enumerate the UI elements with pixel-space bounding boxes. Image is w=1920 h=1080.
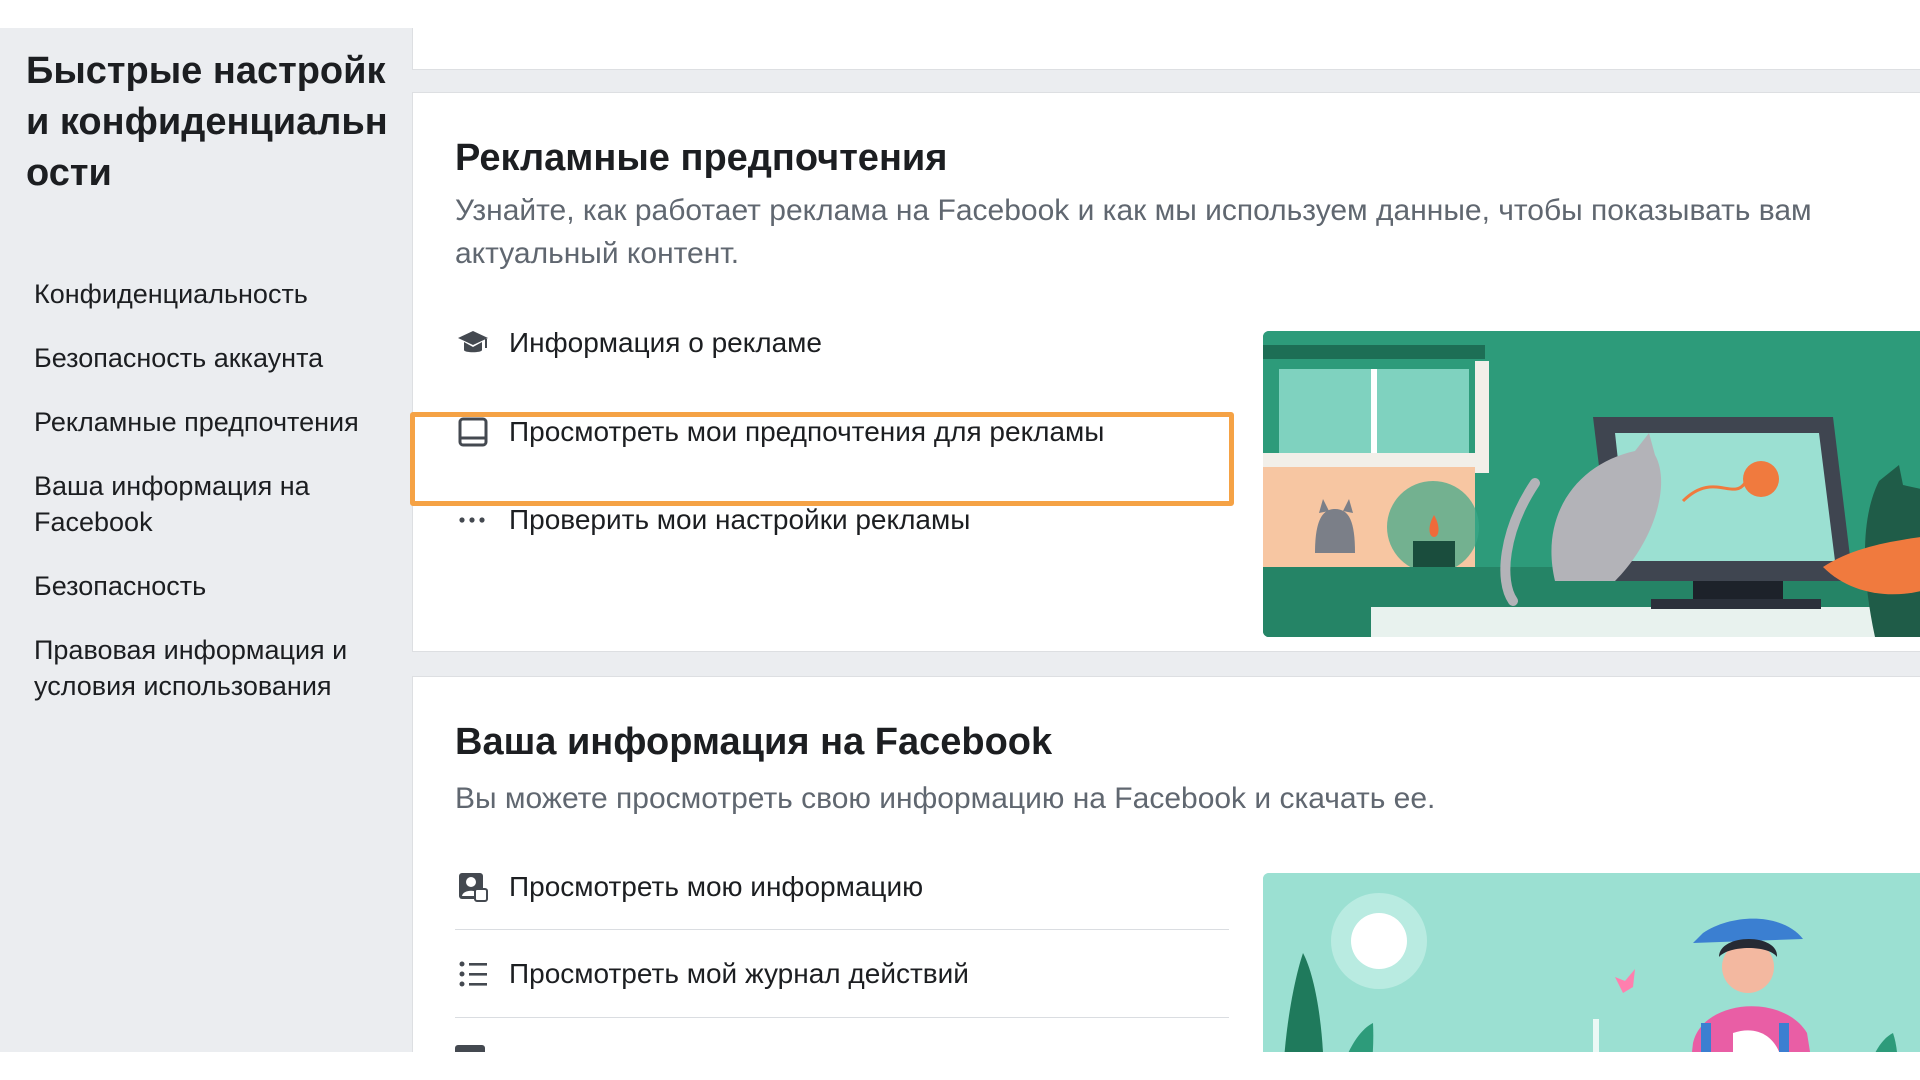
view-my-information-label: Просмотреть мою информацию: [509, 871, 924, 902]
view-activity-log-link[interactable]: Просмотреть мой журнал действий: [455, 944, 1215, 1004]
main-content: Рекламные предпочтения Узнайте, как рабо…: [410, 28, 1920, 1052]
list-icon: [455, 956, 491, 992]
view-ad-preferences-link[interactable]: Просмотреть мои предпочтения для рекламы: [455, 402, 1215, 462]
tablet-icon: [455, 414, 491, 450]
check-ad-settings-link[interactable]: Проверить мои настройки рекламы: [455, 490, 1215, 550]
sidebar-item-account-security[interactable]: Безопасность аккаунта: [34, 340, 394, 376]
download-icon: [455, 1045, 485, 1052]
sidebar-title: Быстрые настройки конфиденциальности: [26, 50, 388, 194]
ad-preferences-description: Узнайте, как работает реклама на Faceboo…: [455, 194, 1812, 270]
sidebar-item-your-information[interactable]: Ваша информация на Facebook: [34, 468, 394, 540]
ad-preferences-card: Рекламные предпочтения Узнайте, как рабо…: [410, 92, 1920, 652]
settings-page: Быстрые настройки конфиденциальности Кон…: [0, 28, 1920, 1052]
sidebar-item-legal[interactable]: Правовая информация и условия использова…: [34, 632, 394, 704]
graduation-cap-icon: [455, 325, 491, 361]
sidebar-item-ad-preferences[interactable]: Рекламные предпочтения: [34, 404, 394, 440]
ad-info-link[interactable]: Информация о рекламе: [455, 313, 1215, 373]
ad-preferences-title: Рекламные предпочтения: [455, 137, 948, 179]
view-activity-log-label: Просмотреть мой журнал действий: [509, 958, 969, 989]
sidebar-nav: Конфиденциальность Безопасность аккаунта…: [34, 276, 394, 732]
more-dots-icon: [455, 502, 491, 538]
sidebar-item-privacy[interactable]: Конфиденциальность: [34, 276, 394, 312]
your-information-card: Ваша информация на Facebook Вы можете пр…: [412, 676, 1920, 1052]
ad-info-label: Информация о рекламе: [509, 327, 823, 358]
previous-card: [412, 28, 1920, 70]
your-information-description: Вы можете просмотреть свою информацию на…: [455, 782, 1436, 815]
check-ad-settings-label: Проверить мои настройки рекламы: [509, 504, 971, 535]
sidebar: Быстрые настройки конфиденциальности Кон…: [0, 28, 412, 1052]
view-my-information-link[interactable]: Просмотреть мою информацию: [455, 857, 1215, 917]
app: Быстрые настройки конфиденциальности Кон…: [0, 0, 1920, 1080]
your-information-title: Ваша информация на Facebook: [455, 721, 1053, 763]
profile-card-icon: [455, 869, 491, 905]
person-with-butterfly-illustration: [1263, 873, 1920, 1052]
divider: [455, 1017, 1229, 1018]
divider: [455, 929, 1229, 930]
view-ad-preferences-label: Просмотреть мои предпочтения для рекламы: [509, 416, 1105, 447]
sidebar-item-security[interactable]: Безопасность: [34, 568, 394, 604]
cat-at-computer-illustration: [1263, 331, 1920, 637]
